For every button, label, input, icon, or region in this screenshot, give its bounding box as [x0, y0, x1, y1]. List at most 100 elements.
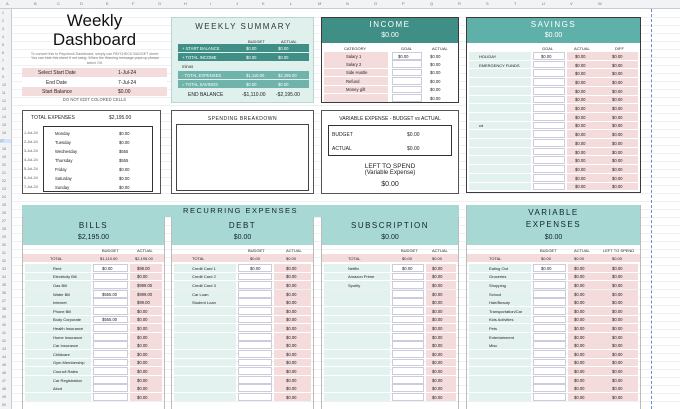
debt-budget-input[interactable]: [238, 298, 272, 307]
row-number[interactable]: 19: [2, 155, 6, 159]
debt-budget-input[interactable]: [238, 350, 272, 358]
row-number[interactable]: 48: [2, 387, 6, 391]
bills-budget-input[interactable]: [93, 358, 128, 367]
column-letter[interactable]: V: [570, 1, 573, 6]
variable-item-name[interactable]: Groceries: [489, 274, 506, 279]
variable-item-name[interactable]: Entertainment: [489, 335, 514, 340]
bills-item-name[interactable]: Car Insurance: [53, 343, 78, 348]
column-letter[interactable]: B: [34, 1, 37, 6]
bills-budget-input[interactable]: [93, 393, 128, 401]
subscription-budget-input[interactable]: [392, 307, 424, 315]
subscription-budget-input[interactable]: [392, 298, 424, 307]
row-number[interactable]: 50: [2, 403, 6, 407]
column-letter[interactable]: H: [184, 1, 187, 6]
row-number[interactable]: 3: [2, 27, 4, 31]
income-category[interactable]: Salary 1: [346, 54, 361, 59]
debt-budget-input[interactable]: [238, 375, 272, 384]
income-goal-input[interactable]: [392, 85, 422, 94]
bills-item-budget[interactable]: $555.00: [102, 317, 117, 322]
variable-item-name[interactable]: Hair/Beauty: [489, 300, 510, 305]
row-number[interactable]: 39: [2, 315, 6, 319]
row-number[interactable]: 10: [2, 83, 6, 87]
variable-budget-input[interactable]: [533, 358, 566, 367]
bills-budget-input[interactable]: [93, 384, 128, 393]
subscription-budget-input[interactable]: [392, 358, 424, 367]
income-category[interactable]: Refund: [346, 79, 360, 84]
bills-item-name[interactable]: Rent: [53, 266, 61, 271]
row-number[interactable]: 20: [2, 163, 6, 167]
savings-goal-input[interactable]: [533, 139, 565, 147]
income-category[interactable]: Side Hustle: [346, 70, 367, 75]
bills-budget-input[interactable]: [93, 281, 128, 289]
savings-goal-input[interactable]: [533, 86, 565, 95]
savings-goal-input[interactable]: [533, 130, 565, 139]
debt-item-name[interactable]: Credit Card 3: [192, 283, 216, 288]
row-number[interactable]: 5: [2, 43, 4, 47]
income-category[interactable]: Salary 2: [346, 62, 361, 67]
subscription-budget-input[interactable]: [392, 315, 424, 324]
subscription-budget-input[interactable]: [392, 272, 424, 281]
bills-item-name[interactable]: Phone Bill: [53, 309, 71, 314]
bills-item-name[interactable]: Council Rates: [53, 369, 78, 374]
savings-goal-input[interactable]: [533, 182, 565, 191]
variable-item-name[interactable]: Transportation/Car: [489, 309, 522, 314]
row-number[interactable]: 1: [2, 11, 4, 15]
row-number[interactable]: 49: [2, 395, 6, 399]
column-letter[interactable]: Q: [430, 1, 433, 6]
row-number[interactable]: 31: [2, 251, 6, 255]
column-letter[interactable]: E: [106, 1, 109, 6]
row-number[interactable]: 38: [2, 307, 6, 311]
row-number[interactable]: 36: [2, 291, 6, 295]
row-number[interactable]: 4: [2, 35, 4, 39]
row-number[interactable]: 33: [2, 267, 6, 271]
variable-budget-input[interactable]: [533, 384, 566, 393]
row-number[interactable]: 7: [2, 59, 4, 63]
bills-budget-input[interactable]: [93, 367, 128, 375]
column-letter[interactable]: S: [486, 1, 489, 6]
savings-goal-input[interactable]: [533, 156, 565, 165]
column-letter[interactable]: L: [290, 1, 292, 6]
income-goal-input[interactable]: [392, 68, 422, 77]
row-number[interactable]: 45: [2, 363, 6, 367]
row-number[interactable]: 13: [2, 107, 6, 111]
start-balance-input[interactable]: $0.00: [118, 89, 131, 95]
variable-budget-input[interactable]: [533, 350, 566, 358]
bills-item-name[interactable]: Gym Membership: [53, 360, 85, 365]
debt-budget-input[interactable]: [238, 324, 272, 332]
subscription-budget-input[interactable]: [392, 341, 424, 350]
subscription-budget-input[interactable]: [392, 375, 424, 384]
column-letter[interactable]: K: [262, 1, 265, 6]
row-number[interactable]: 28: [2, 227, 6, 231]
bills-budget-input[interactable]: [93, 307, 128, 315]
row-number[interactable]: 6: [2, 51, 4, 55]
row-number[interactable]: 12: [2, 99, 6, 103]
row-number[interactable]: 15: [2, 123, 6, 127]
savings-category[interactable]: EMERGENCY FUNDS: [479, 63, 520, 68]
row-number[interactable]: 40: [2, 323, 6, 327]
savings-goal-input[interactable]: [533, 78, 565, 86]
debt-budget-input[interactable]: [238, 289, 272, 298]
debt-budget-input[interactable]: [238, 315, 272, 324]
bills-item-budget[interactable]: $0.00: [102, 266, 112, 271]
row-number[interactable]: 25: [2, 203, 6, 207]
income-goal[interactable]: $0.00: [398, 54, 408, 59]
bills-budget-input[interactable]: [93, 324, 128, 332]
bills-item-name[interactable]: Electricity Bill: [53, 274, 77, 279]
debt-item-name[interactable]: Car Loan: [192, 292, 208, 297]
column-letter[interactable]: G: [158, 1, 161, 6]
column-letter[interactable]: C: [57, 1, 60, 6]
column-letter[interactable]: D: [80, 1, 83, 6]
debt-item-name[interactable]: Student Loan: [192, 300, 216, 305]
subscription-budget-input[interactable]: [392, 289, 424, 298]
bills-budget-input[interactable]: [93, 272, 128, 281]
savings-category[interactable]: HOLIDAY: [479, 54, 496, 59]
row-number[interactable]: 42: [2, 339, 6, 343]
bills-budget-input[interactable]: [93, 298, 128, 307]
column-letter[interactable]: F: [132, 1, 134, 6]
row-number[interactable]: 11: [2, 91, 6, 95]
column-letter[interactable]: P: [402, 1, 405, 6]
income-goal-input[interactable]: [392, 77, 422, 85]
variable-item-name[interactable]: Misc: [489, 343, 497, 348]
bills-item-name[interactable]: Body Corporate: [53, 317, 81, 322]
debt-budget-input[interactable]: [238, 307, 272, 315]
